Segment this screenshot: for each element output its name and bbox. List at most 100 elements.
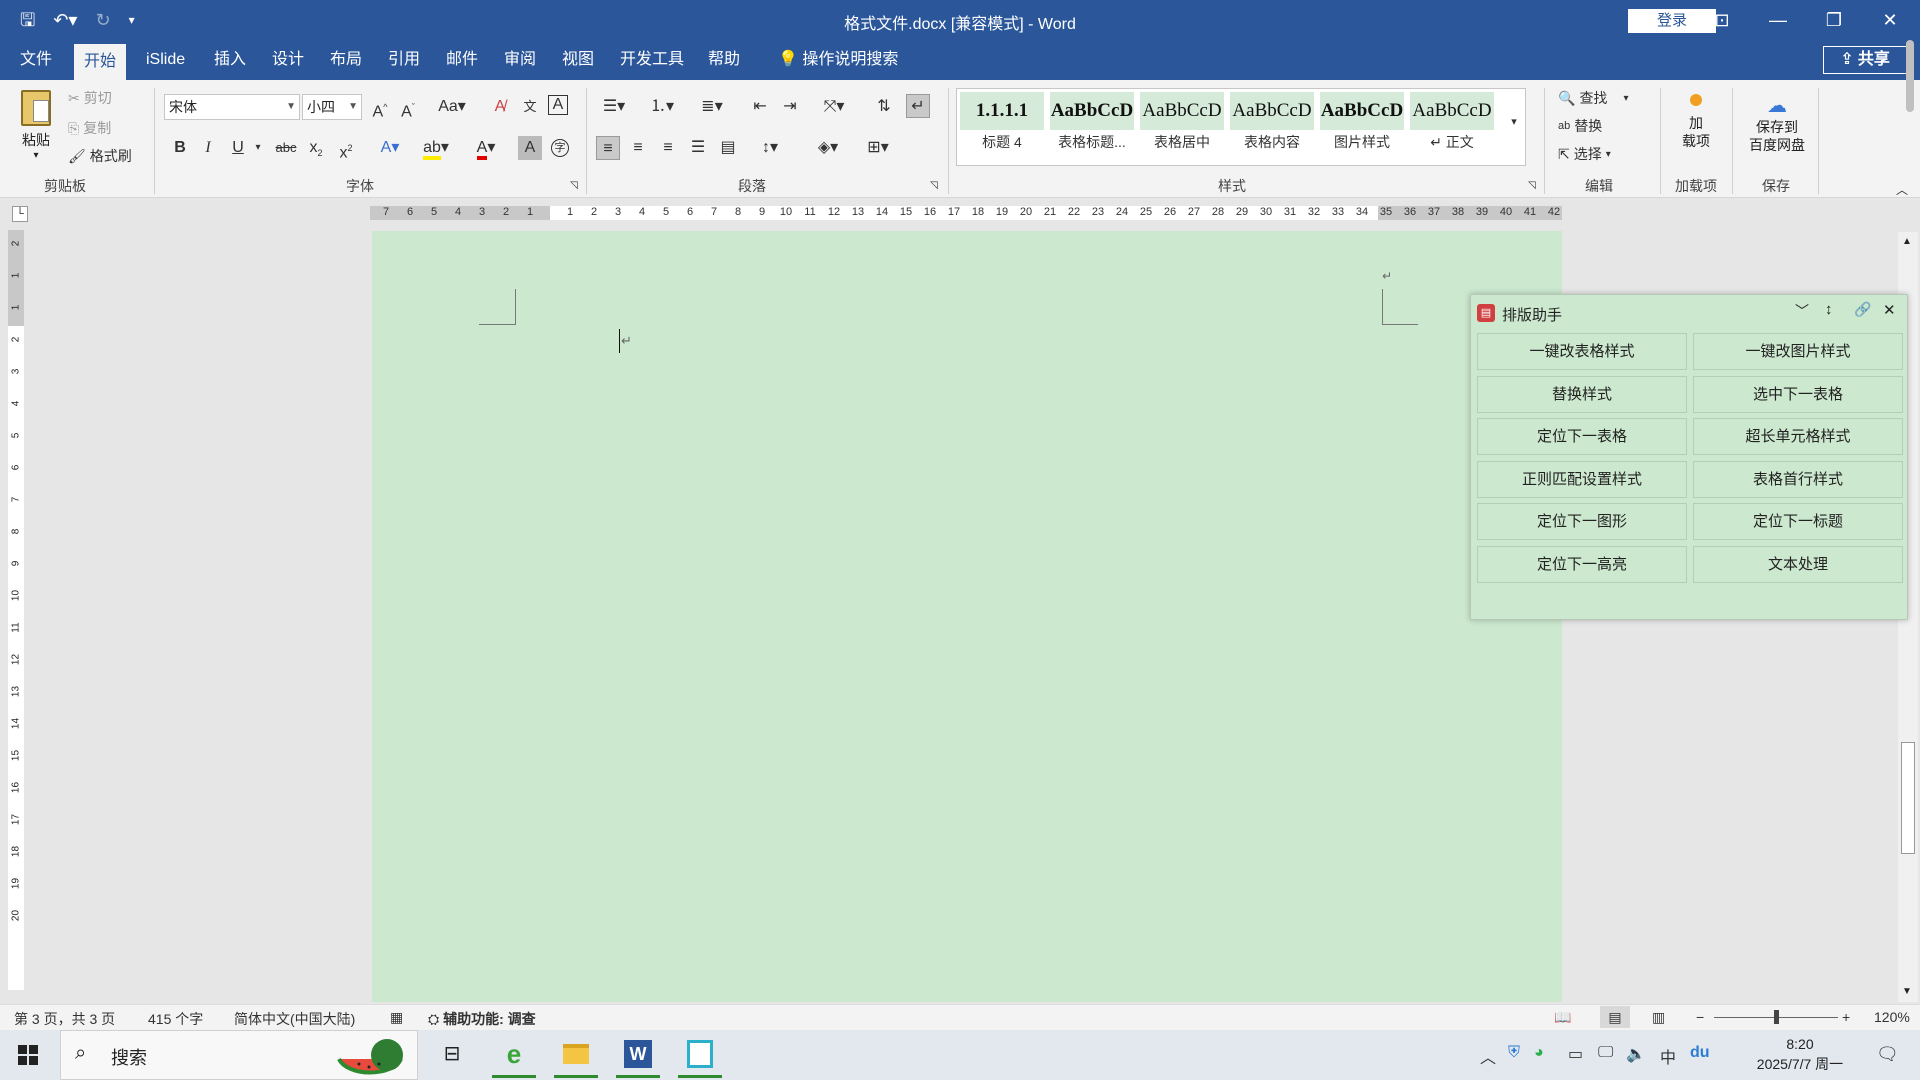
minimize-icon[interactable]: — xyxy=(1750,0,1806,40)
vertical-ruler[interactable]: 2 1 1 2 3 4 5 6 7 8 9 10 11 12 13 14 15 16 17 18 19 20 xyxy=(8,230,24,990)
style-table-center[interactable]: AaBbCcD 表格居中 xyxy=(1140,92,1224,154)
panel-action-button[interactable]: 超长单元格样式 xyxy=(1693,418,1903,456)
web-layout-icon[interactable]: ▥ xyxy=(1652,1009,1665,1026)
panel-action-button[interactable]: 定位下一图形 xyxy=(1477,503,1687,541)
ribbon-display-icon[interactable]: ⊡ xyxy=(1694,0,1750,40)
panel-action-button[interactable]: 定位下一高亮 xyxy=(1477,546,1687,583)
close-icon[interactable]: ✕ xyxy=(1862,0,1918,40)
windows-start-icon[interactable] xyxy=(18,1045,38,1065)
dialog-launcher-icon[interactable]: ◹ xyxy=(1520,174,1544,198)
link-icon[interactable]: 🔗 xyxy=(1854,301,1871,318)
copy-button[interactable]: ⎘ 复制 xyxy=(68,118,111,138)
subscript-icon[interactable]: x2 xyxy=(304,136,328,160)
justify-icon[interactable]: ☰ xyxy=(686,136,710,160)
ime-indicator[interactable]: 中 xyxy=(1660,1044,1676,1068)
align-left-icon[interactable]: ≡ xyxy=(596,136,620,160)
increase-indent-icon[interactable]: ⇥ xyxy=(778,95,802,119)
dialog-launcher-icon[interactable]: ◹ xyxy=(922,174,946,198)
panel-action-button[interactable]: 定位下一标题 xyxy=(1693,503,1903,541)
volume-icon[interactable]: 🔈 xyxy=(1626,1044,1646,1064)
italic-icon[interactable]: I xyxy=(196,136,220,160)
resize-vertical-icon[interactable]: ↕ xyxy=(1825,301,1833,318)
tab-insert[interactable]: 插入 xyxy=(204,40,256,80)
close-icon[interactable]: ✕ xyxy=(1883,301,1896,319)
tray-expand-icon[interactable]: ︿ xyxy=(1480,1044,1496,1068)
zoom-in-icon[interactable]: + xyxy=(1842,1009,1850,1025)
change-case-icon[interactable]: Aa▾ xyxy=(434,95,470,119)
zoom-out-icon[interactable]: − xyxy=(1696,1009,1704,1025)
share-button[interactable]: ⇪ 共享 xyxy=(1823,46,1907,74)
accessibility-button[interactable]: ⛭ 辅助功能: 调查 xyxy=(428,1009,536,1029)
chevron-down-icon[interactable]: ▾ xyxy=(246,136,270,160)
tab-design[interactable]: 设计 xyxy=(262,40,314,80)
style-heading4[interactable]: 1.1.1.1 标题 4 xyxy=(960,92,1044,154)
ie-browser-icon[interactable]: e xyxy=(486,1034,542,1078)
network-icon[interactable]: 🖵 xyxy=(1598,1044,1613,1062)
cut-button[interactable]: ✂ 剪切 xyxy=(68,88,112,108)
align-right-icon[interactable]: ≡ xyxy=(656,136,680,160)
collapse-ribbon-icon[interactable]: ︿ xyxy=(1890,178,1914,202)
char-shading-icon[interactable]: A xyxy=(518,136,542,160)
scroll-down-icon[interactable]: ▼ xyxy=(1902,986,1912,997)
wechat-icon[interactable]: ◕ xyxy=(1534,1044,1544,1062)
bold-icon[interactable]: B xyxy=(168,136,192,160)
restore-icon[interactable]: ❐ xyxy=(1806,0,1862,40)
tab-view[interactable]: 视图 xyxy=(552,40,604,80)
style-image[interactable]: AaBbCcD 图片样式 xyxy=(1320,92,1404,154)
styles-more-icon[interactable]: ▾ xyxy=(1502,110,1526,134)
read-mode-icon[interactable]: 📖 xyxy=(1554,1009,1571,1026)
superscript-icon[interactable]: x2 xyxy=(334,136,358,161)
multilevel-list-icon[interactable]: ≣▾ xyxy=(694,95,730,119)
text-effects-icon[interactable]: A▾ xyxy=(372,136,408,160)
style-normal[interactable]: AaBbCcD ↵ 正文 xyxy=(1410,92,1494,154)
char-border-icon[interactable]: A xyxy=(548,95,568,115)
right-scroll-thumb[interactable] xyxy=(1906,40,1914,112)
tab-developer[interactable]: 开发工具 xyxy=(610,40,694,80)
file-explorer-icon[interactable] xyxy=(548,1034,604,1078)
style-table-title[interactable]: AaBbCcD 表格标题... xyxy=(1050,92,1134,154)
document-page[interactable]: ↵ ↵ xyxy=(372,231,1562,1002)
font-size-combo[interactable]: 小四 ▼ xyxy=(302,94,362,120)
clear-format-icon[interactable]: A̸ xyxy=(488,95,512,119)
scroll-up-icon[interactable]: ▲ xyxy=(1902,236,1912,247)
dialog-launcher-icon[interactable]: ◹ xyxy=(562,174,586,198)
task-view-icon[interactable]: ⊟ xyxy=(424,1034,480,1078)
word-count[interactable]: 415 个字 xyxy=(148,1009,203,1029)
panel-action-button[interactable]: 一键改表格样式 xyxy=(1477,333,1687,370)
panel-action-button[interactable]: 表格首行样式 xyxy=(1693,460,1903,498)
page-count[interactable]: 第 3 页，共 3 页 xyxy=(14,1009,115,1029)
taskbar-search[interactable]: ⌕ 搜索 xyxy=(60,1030,418,1080)
zoom-level[interactable]: 120% xyxy=(1874,1009,1910,1025)
tab-islide[interactable]: iSlide xyxy=(136,40,195,80)
align-center-icon[interactable]: ≡ xyxy=(626,136,650,160)
tab-review[interactable]: 审阅 xyxy=(494,40,546,80)
track-icon[interactable]: ▦ xyxy=(390,1009,403,1026)
select-button[interactable]: ⇱ 选择 ▾ xyxy=(1558,144,1611,164)
tab-references[interactable]: 引用 xyxy=(378,40,430,80)
panel-action-button[interactable]: 正则匹配设置样式 xyxy=(1477,460,1687,498)
panel-action-button[interactable]: 文本处理 xyxy=(1693,546,1903,583)
panel-action-button[interactable]: 一键改图片样式 xyxy=(1693,333,1903,370)
panel-action-button[interactable]: 定位下一表格 xyxy=(1477,418,1687,456)
highlight-icon[interactable]: ab▾ xyxy=(418,136,454,160)
zoom-slider-thumb[interactable] xyxy=(1774,1010,1779,1024)
language-indicator[interactable]: 简体中文(中国大陆) xyxy=(234,1009,355,1029)
addins-button[interactable]: 加 载项 xyxy=(1668,94,1724,150)
sort-icon[interactable]: ⇅ xyxy=(872,95,896,119)
tab-help[interactable]: 帮助 xyxy=(698,40,750,80)
baidu-icon[interactable]: du xyxy=(1690,1044,1710,1062)
horizontal-ruler[interactable]: 7654321 1 2 3 4 5 6 7 8 9 10 11 12 13 14 15 16 17 18 19 20 2… xyxy=(370,206,1562,220)
tab-mailings[interactable]: 邮件 xyxy=(436,40,488,80)
notification-icon[interactable]: 🗨 xyxy=(1876,1044,1899,1065)
shrink-font-icon[interactable]: Aˇ xyxy=(396,95,420,120)
scroll-thumb[interactable] xyxy=(1901,742,1915,854)
grow-font-icon[interactable]: A^ xyxy=(368,95,392,120)
tray-app-icon[interactable]: ⛨ xyxy=(1508,1044,1520,1062)
style-table-content[interactable]: AaBbCcD 表格内容 xyxy=(1230,92,1314,154)
tell-me-search[interactable]: 💡 操作说明搜索 xyxy=(768,40,908,80)
distributed-icon[interactable]: ▤ xyxy=(716,136,740,160)
tab-home[interactable]: 开始 xyxy=(74,44,127,80)
decrease-indent-icon[interactable]: ⇤ xyxy=(748,95,772,119)
panel-action-button[interactable]: 选中下一表格 xyxy=(1693,375,1903,413)
font-color-icon[interactable]: A▾ xyxy=(468,136,504,160)
